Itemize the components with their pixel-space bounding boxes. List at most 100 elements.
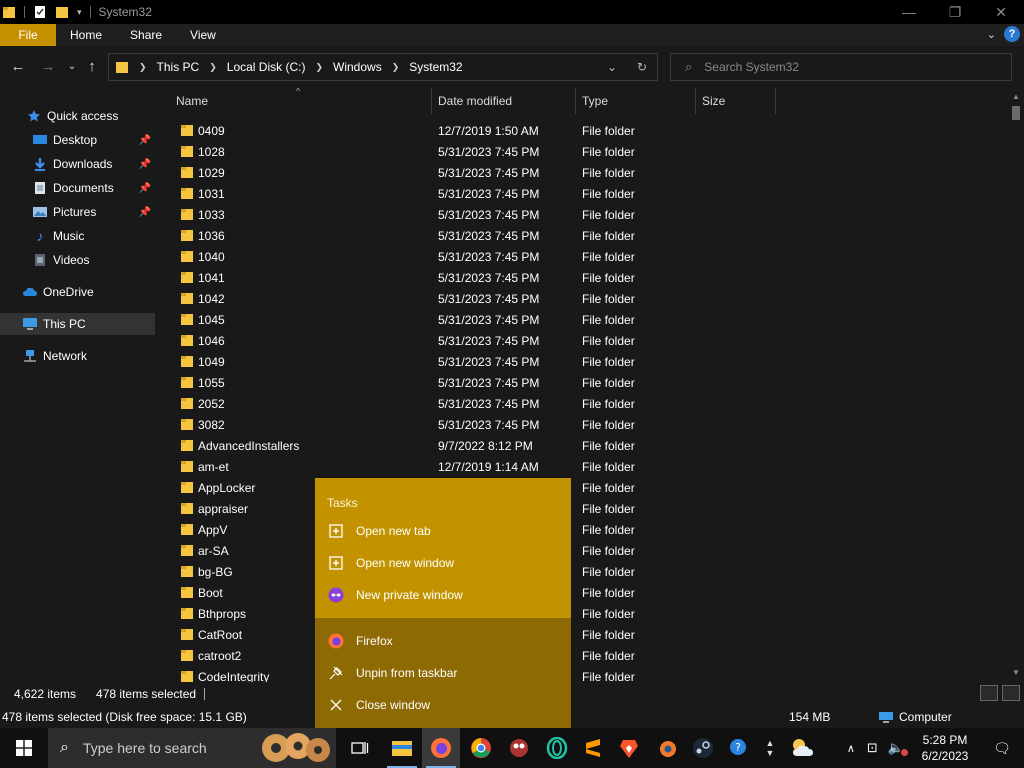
help-icon[interactable]: ? (1004, 26, 1020, 42)
up-arrow-icon[interactable]: ↑ (82, 56, 102, 76)
recent-locations-icon[interactable]: ⌄ (62, 56, 82, 76)
volume-muted-icon[interactable]: 🔈 (888, 740, 908, 756)
network-status-icon[interactable]: ⊡ (867, 740, 878, 756)
new-folder-icon[interactable] (55, 5, 69, 19)
search-box[interactable]: ⌕ Search System32 (670, 53, 1012, 81)
vertical-scrollbar[interactable]: ▲ ▼ (1008, 88, 1024, 682)
table-row[interactable]: 1029 5/31/2023 7:45 PM File folder (158, 162, 1008, 183)
chevron-right-icon[interactable]: ❯ (315, 62, 323, 73)
chevron-right-icon[interactable]: ❯ (139, 62, 147, 73)
minimize-button[interactable]: — (886, 0, 932, 24)
column-header-date[interactable]: Date modified (432, 88, 576, 114)
sidebar-item-quick-access[interactable]: Quick access (0, 105, 155, 127)
table-row[interactable]: ar-SA File folder (158, 540, 1008, 561)
sidebar-item-videos[interactable]: Videos (0, 249, 155, 271)
breadcrumb-local-disk[interactable]: Local Disk (C:) (227, 60, 306, 74)
table-row[interactable]: 1040 5/31/2023 7:45 PM File folder (158, 246, 1008, 267)
large-icons-view-icon[interactable] (1002, 685, 1020, 701)
address-bar[interactable]: ❯ This PC ❯ Local Disk (C:) ❯ Windows ❯ … (108, 53, 658, 81)
tab-share[interactable]: Share (116, 24, 176, 46)
scrollbar-thumb[interactable] (1012, 106, 1020, 120)
firefox-item[interactable]: Firefox (315, 626, 571, 656)
table-row[interactable]: Bthprops File folder (158, 603, 1008, 624)
sidebar-item-pictures[interactable]: Pictures 📌 (0, 201, 155, 223)
tab-file[interactable]: File (0, 24, 56, 46)
pin-icon[interactable]: 📌 (139, 207, 151, 218)
sidebar-item-onedrive[interactable]: OneDrive (0, 281, 155, 303)
table-row[interactable]: AdvancedInstallers 9/7/2022 8:12 PM File f… (158, 435, 1008, 456)
sidebar-item-documents[interactable]: Documents 📌 (0, 177, 155, 199)
steam-taskbar-button[interactable] (684, 728, 722, 768)
close-button[interactable]: ✕ (978, 0, 1024, 24)
table-row[interactable]: 2052 5/31/2023 7:45 PM File folder (158, 393, 1008, 414)
table-row[interactable]: 1042 5/31/2023 7:45 PM File folder (158, 288, 1008, 309)
taskbar-overflow[interactable]: ▲ ▼ (760, 728, 780, 768)
sidebar-item-music[interactable]: ♪ Music (0, 225, 155, 247)
table-row[interactable]: AppLocker File folder (158, 477, 1008, 498)
forward-arrow-icon[interactable]: → (38, 56, 58, 76)
help-app-taskbar-button[interactable]: ? (720, 728, 758, 768)
table-row[interactable]: AppV File folder (158, 519, 1008, 540)
maximize-button[interactable]: ❐ (932, 0, 978, 24)
start-button[interactable] (0, 728, 48, 768)
pin-icon[interactable]: 📌 (139, 135, 151, 146)
sidebar-item-desktop[interactable]: Desktop 📌 (0, 129, 155, 151)
table-row[interactable]: bg-BG File folder (158, 561, 1008, 582)
breadcrumb-this-pc[interactable]: This PC (157, 60, 200, 74)
properties-icon[interactable] (33, 5, 47, 19)
taskbar-search-box[interactable]: ⌕ Type here to search (48, 728, 336, 768)
table-row[interactable]: 3082 5/31/2023 7:45 PM File folder (158, 414, 1008, 435)
unpin-from-taskbar-item[interactable]: Unpin from taskbar (315, 658, 571, 688)
scroll-up-icon[interactable]: ▲ (1008, 92, 1024, 101)
table-row[interactable]: 1046 5/31/2023 7:45 PM File folder (158, 330, 1008, 351)
column-header-name[interactable]: Name (170, 88, 432, 114)
breadcrumb-windows[interactable]: Windows (333, 60, 382, 74)
table-row[interactable]: 1045 5/31/2023 7:45 PM File folder (158, 309, 1008, 330)
notifications-icon[interactable]: 🗨 (980, 740, 1024, 757)
system-clock[interactable]: 5:28 PM 6/2/2023 (910, 732, 980, 764)
back-arrow-icon[interactable]: ← (8, 56, 28, 76)
new-private-window-item[interactable]: New private window (315, 580, 571, 610)
table-row[interactable]: am-et 12/7/2019 1:14 AM File folder (158, 456, 1008, 477)
refresh-icon[interactable]: ↻ (627, 60, 657, 74)
chevron-right-icon[interactable]: ❯ (209, 62, 217, 73)
firefox-taskbar-button[interactable] (422, 728, 460, 768)
table-row[interactable]: 1055 5/31/2023 7:45 PM File folder (158, 372, 1008, 393)
tab-view[interactable]: View (176, 24, 230, 46)
weather-widget[interactable] (784, 728, 822, 768)
table-row[interactable]: CodeIntegrity File folder (158, 666, 1008, 682)
table-row[interactable]: appraiser File folder (158, 498, 1008, 519)
scroll-down-icon[interactable]: ▼ (1008, 668, 1024, 677)
qat-dropdown-icon[interactable]: ▾ (77, 7, 82, 18)
task-view-button[interactable] (341, 728, 379, 768)
table-row[interactable]: 0409 12/7/2019 1:50 AM File folder (158, 120, 1008, 141)
column-header-type[interactable]: Type (576, 88, 696, 114)
chevron-right-icon[interactable]: ❯ (392, 62, 400, 73)
brave-taskbar-button[interactable] (610, 728, 648, 768)
expand-ribbon-icon[interactable]: ⌄ (987, 28, 996, 41)
pin-icon[interactable]: 📌 (139, 183, 151, 194)
file-explorer-taskbar-button[interactable] (383, 728, 421, 768)
table-row[interactable]: 1036 5/31/2023 7:45 PM File folder (158, 225, 1008, 246)
game-app-taskbar-button[interactable] (500, 728, 538, 768)
folder-icon[interactable] (2, 5, 16, 19)
column-header-size[interactable]: Size (696, 88, 776, 114)
tab-home[interactable]: Home (56, 24, 116, 46)
opera-taskbar-button[interactable] (538, 728, 576, 768)
close-window-item[interactable]: Close window (315, 690, 571, 720)
table-row[interactable]: 1041 5/31/2023 7:45 PM File folder (158, 267, 1008, 288)
donut-doodle-icon[interactable] (258, 730, 336, 768)
chevron-down-icon[interactable]: ⌄ (597, 60, 627, 74)
sidebar-item-downloads[interactable]: Downloads 📌 (0, 153, 155, 175)
sidebar-item-this-pc[interactable]: This PC (0, 313, 155, 335)
open-new-window-item[interactable]: Open new window (315, 548, 571, 578)
table-row[interactable]: 1033 5/31/2023 7:45 PM File folder (158, 204, 1008, 225)
blender-taskbar-button[interactable] (648, 728, 686, 768)
table-row[interactable]: 1049 5/31/2023 7:45 PM File folder (158, 351, 1008, 372)
table-row[interactable]: CatRoot File folder (158, 624, 1008, 645)
table-row[interactable]: Boot File folder (158, 582, 1008, 603)
vlc-taskbar-button[interactable] (574, 728, 612, 768)
breadcrumb-system32[interactable]: System32 (409, 60, 462, 74)
table-row[interactable]: 1028 5/31/2023 7:45 PM File folder (158, 141, 1008, 162)
chrome-taskbar-button[interactable] (462, 728, 500, 768)
